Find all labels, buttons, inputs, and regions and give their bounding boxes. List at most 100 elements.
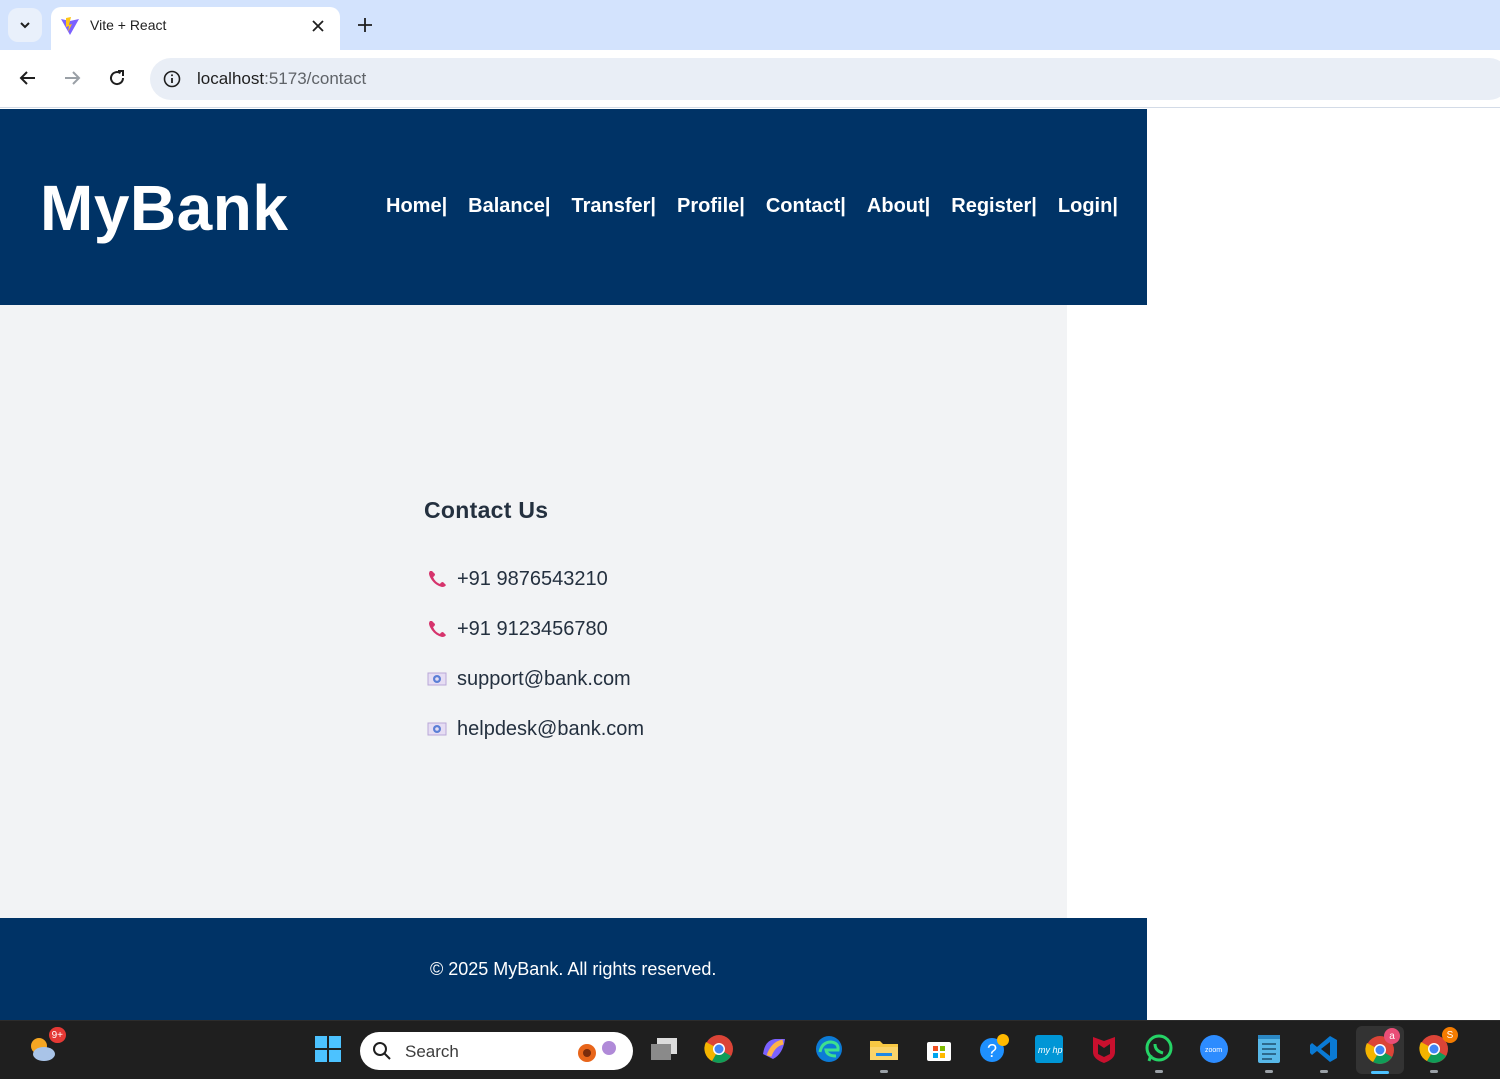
help-icon: ? <box>980 1034 1009 1062</box>
close-icon <box>312 20 324 32</box>
url-text: localhost:5173/contact <box>197 69 366 89</box>
taskbar-chrome-profile-2[interactable]: S <box>1416 1027 1458 1073</box>
running-indicator <box>880 1070 888 1073</box>
folder-icon <box>870 1041 898 1060</box>
taskbar-search[interactable]: Search <box>360 1032 633 1070</box>
browser-tabstrip: Vite + React <box>0 0 1500 50</box>
chevron-down-icon <box>20 22 30 29</box>
taskbar-myhp[interactable]: my hp <box>1031 1031 1067 1067</box>
arrow-left-icon <box>19 71 35 85</box>
new-tab-button[interactable] <box>352 12 378 38</box>
reload-button[interactable] <box>101 62 133 94</box>
running-indicator <box>1265 1070 1273 1073</box>
site-info-button[interactable] <box>160 67 184 91</box>
email-icon <box>426 668 448 690</box>
mcafee-icon <box>1093 1037 1115 1063</box>
weather-widget[interactable]: 9+ <box>24 1027 66 1067</box>
nav-link-contact[interactable]: Contact| <box>766 195 846 218</box>
profile-badge: S <box>1442 1027 1458 1043</box>
url-host: localhost <box>197 69 265 88</box>
site-header: MyBank Home| Balance| Transfer| Profile|… <box>0 109 1147 305</box>
notification-badge: 9+ <box>48 1027 66 1043</box>
svg-text:my hp: my hp <box>1038 1045 1063 1055</box>
contact-phone-1: +91 9876543210 <box>426 554 644 604</box>
plus-icon <box>358 18 372 32</box>
nav-link-transfer[interactable]: Transfer| <box>571 195 656 218</box>
taskbar-vscode[interactable] <box>1306 1031 1342 1073</box>
taskbar-file-explorer[interactable] <box>866 1031 902 1073</box>
start-button[interactable] <box>310 1031 346 1067</box>
svg-text:zoom: zoom <box>1205 1047 1222 1054</box>
tab-close-button[interactable] <box>306 14 330 38</box>
copilot-icon <box>763 1039 785 1059</box>
tab-search-button[interactable] <box>8 8 42 42</box>
running-indicator <box>1155 1070 1163 1073</box>
taskbar-notepad[interactable] <box>1251 1031 1287 1073</box>
taskbar-chrome-profile-active[interactable]: a <box>1356 1026 1404 1074</box>
taskbar-get-help[interactable]: ? <box>976 1031 1012 1067</box>
taskbar-copilot[interactable] <box>756 1031 792 1067</box>
vite-logo-icon <box>61 17 79 35</box>
taskbar-task-view[interactable] <box>646 1031 682 1067</box>
zoom-icon: zoom <box>1200 1035 1228 1063</box>
vscode-icon <box>1310 1036 1337 1062</box>
nav-link-about[interactable]: About| <box>867 195 930 218</box>
edge-icon <box>816 1036 842 1062</box>
nav-link-home[interactable]: Home| <box>386 195 447 218</box>
contact-email-1: support@bank.com <box>426 654 644 704</box>
url-path: :5173/contact <box>264 69 367 88</box>
windows-taskbar: 9+ Search ? my hp zoom a S <box>0 1020 1500 1079</box>
email-address[interactable]: helpdesk@bank.com <box>457 718 644 741</box>
main-nav: Home| Balance| Transfer| Profile| Contac… <box>386 195 1118 218</box>
task-view-icon <box>651 1038 677 1060</box>
search-icon <box>373 1042 391 1060</box>
contact-phone-2: +91 9123456780 <box>426 604 644 654</box>
arrow-right-icon <box>65 71 81 85</box>
taskbar-whatsapp[interactable] <box>1141 1031 1177 1073</box>
contact-list: +91 9876543210 +91 9123456780 support@ba… <box>426 554 644 754</box>
contact-section: Contact Us +91 9876543210 +91 9123456780… <box>0 305 1067 918</box>
profile-badge: a <box>1384 1028 1400 1044</box>
browser-tab-active[interactable]: Vite + React <box>51 7 340 50</box>
telephone-receiver-icon <box>426 568 448 590</box>
phone-number[interactable]: +91 9876543210 <box>457 568 608 591</box>
tab-title: Vite + React <box>90 17 167 33</box>
taskbar-store[interactable] <box>921 1031 957 1067</box>
search-placeholder: Search <box>405 1042 459 1061</box>
nav-link-login[interactable]: Login| <box>1058 195 1118 218</box>
running-indicator <box>1320 1070 1328 1073</box>
email-address[interactable]: support@bank.com <box>457 668 631 691</box>
notepad-icon <box>1258 1035 1280 1063</box>
contact-email-2: helpdesk@bank.com <box>426 704 644 754</box>
phone-number[interactable]: +91 9123456780 <box>457 618 608 641</box>
taskbar-edge[interactable] <box>811 1031 847 1067</box>
whatsapp-icon <box>1145 1034 1173 1062</box>
page-viewport: MyBank Home| Balance| Transfer| Profile|… <box>0 108 1500 1020</box>
nav-link-profile[interactable]: Profile| <box>677 195 745 218</box>
info-icon <box>163 70 181 88</box>
running-indicator <box>1430 1070 1438 1073</box>
svg-text:?: ? <box>987 1041 997 1061</box>
taskbar-mcafee[interactable] <box>1086 1031 1122 1067</box>
browser-toolbar: localhost:5173/contact <box>0 50 1500 108</box>
email-icon <box>426 718 448 740</box>
taskbar-zoom[interactable]: zoom <box>1196 1031 1232 1067</box>
copyright-text: © 2025 MyBank. All rights reserved. <box>430 959 717 979</box>
back-button[interactable] <box>12 62 44 94</box>
microsoft-store-icon <box>927 1042 951 1061</box>
address-bar[interactable]: localhost:5173/contact <box>150 58 1500 100</box>
taskbar-chrome[interactable] <box>701 1031 737 1067</box>
telephone-receiver-icon <box>426 618 448 640</box>
nav-link-register[interactable]: Register| <box>951 195 1037 218</box>
myhp-icon: my hp <box>1035 1035 1063 1063</box>
contact-title: Contact Us <box>424 497 549 523</box>
chrome-icon <box>704 1035 733 1063</box>
nav-link-balance[interactable]: Balance| <box>468 195 550 218</box>
running-indicator <box>1371 1071 1389 1074</box>
reload-icon <box>110 70 125 86</box>
site-logo[interactable]: MyBank <box>40 171 288 245</box>
search-highlight-icon <box>578 1041 616 1062</box>
forward-button[interactable] <box>56 62 88 94</box>
windows-logo-icon <box>315 1036 341 1062</box>
site-footer: © 2025 MyBank. All rights reserved. <box>0 918 1147 1020</box>
